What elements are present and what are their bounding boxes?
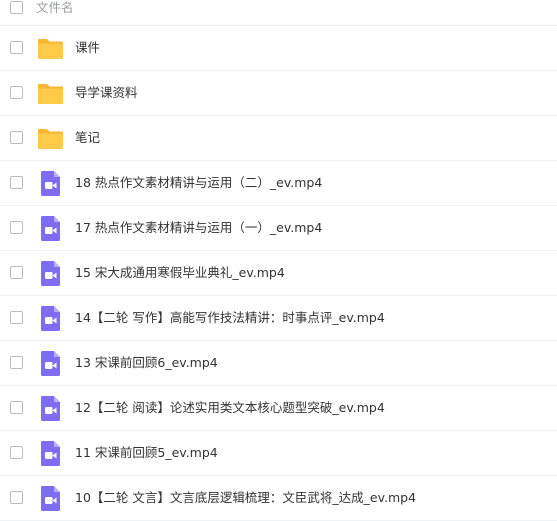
folder-icon: [37, 125, 64, 152]
row-checkbox[interactable]: [10, 356, 23, 369]
file-name[interactable]: 10【二轮 文言】文言底层逻辑梳理：文臣武将_达成_ev.mp4: [75, 490, 416, 506]
row-checkbox[interactable]: [10, 311, 23, 324]
file-name[interactable]: 12【二轮 阅读】论述实用类文本核心题型突破_ev.mp4: [75, 400, 385, 416]
row-checkbox[interactable]: [10, 446, 23, 459]
file-row[interactable]: 11 宋课前回顾5_ev.mp4: [0, 431, 557, 476]
video-file-icon: [37, 440, 64, 467]
file-row[interactable]: 17 热点作文素材精讲与运用（一）_ev.mp4: [0, 206, 557, 251]
video-file-icon: [37, 215, 64, 242]
file-row[interactable]: 课件: [0, 26, 557, 71]
file-name[interactable]: 课件: [75, 40, 100, 56]
file-row[interactable]: 14【二轮 写作】高能写作技法精讲：时事点评_ev.mp4: [0, 296, 557, 341]
video-file-icon: [37, 395, 64, 422]
video-file-icon: [37, 485, 64, 512]
row-checkbox[interactable]: [10, 86, 23, 99]
video-file-icon: [37, 350, 64, 377]
file-name[interactable]: 笔记: [75, 130, 100, 146]
video-file-icon: [37, 260, 64, 287]
file-name[interactable]: 18 热点作文素材精讲与运用（二）_ev.mp4: [75, 175, 322, 191]
file-row[interactable]: 笔记: [0, 116, 557, 161]
row-checkbox[interactable]: [10, 266, 23, 279]
file-name[interactable]: 导学课资料: [75, 85, 138, 101]
folder-icon: [37, 35, 64, 62]
file-name[interactable]: 13 宋课前回顾6_ev.mp4: [75, 355, 218, 371]
video-file-icon: [37, 305, 64, 332]
video-file-icon: [37, 170, 64, 197]
file-row[interactable]: 导学课资料: [0, 71, 557, 116]
file-list-header: 文件名: [0, 0, 557, 26]
column-title-filename[interactable]: 文件名: [36, 0, 74, 15]
file-list: 课件导学课资料笔记 18 热点作文素材精讲与运用（二）_ev.mp4 17 热点作文…: [0, 26, 557, 521]
row-checkbox[interactable]: [10, 401, 23, 414]
row-checkbox[interactable]: [10, 176, 23, 189]
row-checkbox[interactable]: [10, 131, 23, 144]
folder-icon: [37, 80, 64, 107]
file-row[interactable]: 12【二轮 阅读】论述实用类文本核心题型突破_ev.mp4: [0, 386, 557, 431]
file-row[interactable]: 15 宋大成通用寒假毕业典礼_ev.mp4: [0, 251, 557, 296]
file-row[interactable]: 10【二轮 文言】文言底层逻辑梳理：文臣武将_达成_ev.mp4: [0, 476, 557, 521]
file-name[interactable]: 15 宋大成通用寒假毕业典礼_ev.mp4: [75, 265, 285, 281]
row-checkbox[interactable]: [10, 221, 23, 234]
row-checkbox[interactable]: [10, 41, 23, 54]
select-all-checkbox[interactable]: [10, 1, 23, 14]
file-row[interactable]: 13 宋课前回顾6_ev.mp4: [0, 341, 557, 386]
file-name[interactable]: 11 宋课前回顾5_ev.mp4: [75, 445, 218, 461]
file-row[interactable]: 18 热点作文素材精讲与运用（二）_ev.mp4: [0, 161, 557, 206]
file-name[interactable]: 14【二轮 写作】高能写作技法精讲：时事点评_ev.mp4: [75, 310, 385, 326]
file-name[interactable]: 17 热点作文素材精讲与运用（一）_ev.mp4: [75, 220, 322, 236]
row-checkbox[interactable]: [10, 491, 23, 504]
